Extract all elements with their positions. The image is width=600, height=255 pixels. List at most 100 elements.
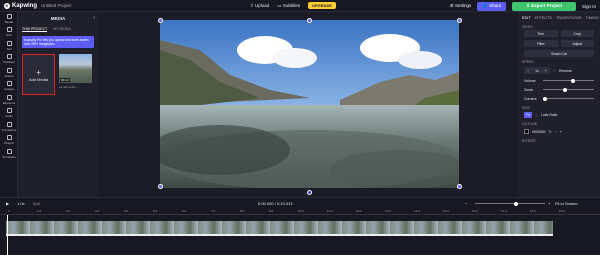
ruler-tick: 1.0 — [37, 209, 42, 213]
logo-icon: K — [4, 2, 10, 9]
zoom-slider[interactable] — [543, 87, 594, 92]
top-bar: K Kapwing Untitled Project ⇪ Upload ▭ Sub… — [0, 0, 600, 12]
slider-knob[interactable] — [563, 87, 568, 92]
settings-button[interactable]: ⚙ Settings — [450, 3, 472, 9]
sidebar-item-label: Templates — [2, 154, 16, 159]
sidebar-item-media[interactable]: Media — [0, 12, 18, 26]
volume-slider[interactable] — [543, 78, 594, 83]
landscape-image — [160, 20, 459, 188]
play-icon[interactable]: ▶ — [6, 201, 9, 206]
media-icon — [6, 13, 12, 19]
sidebar-item-label: Transitions — [1, 127, 17, 132]
thumb-name: pexels-video... — [59, 85, 79, 89]
filter-button[interactable]: Filter — [524, 40, 558, 47]
tab-timing[interactable]: TIMING — [586, 16, 599, 20]
zoom-in-icon[interactable]: + — [548, 201, 550, 206]
corners-slider[interactable] — [543, 96, 594, 101]
sidebar-item-templates[interactable]: Templates — [0, 147, 18, 161]
lock-ratio-checkbox[interactable] — [534, 113, 538, 117]
sidebar-item-subtitles[interactable]: Subtitles — [0, 53, 18, 67]
rotate-handle[interactable] — [307, 190, 312, 195]
sidebar-item-label: Edit — [6, 33, 12, 38]
minus-icon[interactable]: − — [555, 130, 557, 134]
add-media-button[interactable]: + Add Media — [22, 54, 55, 95]
brand-logo[interactable]: K Kapwing — [4, 2, 37, 9]
subtitles-icon — [6, 54, 12, 60]
reverse-checkbox[interactable] — [553, 69, 556, 72]
sidebar-item-label: Elements — [2, 100, 16, 105]
ruler-tick: 19.0 — [559, 209, 565, 213]
plugins-icon — [6, 135, 12, 141]
upload-button[interactable]: ⇪ Upload — [250, 3, 269, 9]
sidebar-item-elements[interactable]: Elements — [0, 93, 18, 107]
smart-cut-button[interactable]: Smart Cut — [524, 50, 594, 57]
tab-edit[interactable]: EDIT — [522, 16, 531, 20]
subtitles-button[interactable]: ▭ Subtitles — [277, 3, 300, 9]
trim-button[interactable]: Trim — [524, 30, 558, 37]
sidebar-item-plugins[interactable]: Plugins — [0, 134, 18, 148]
sidebar-item-edit[interactable]: Edit — [0, 26, 18, 40]
sidebar-item-images[interactable]: Images — [0, 80, 18, 94]
tab-this-project[interactable]: THIS PROJECT — [22, 27, 48, 32]
crop-button[interactable]: Crop — [560, 30, 594, 37]
left-icon-bar: Media Edit Text Subtitles Videos Images Elemen… — [0, 12, 18, 197]
time-ruler[interactable]: 0 1.0 2.0 3.0 4.0 5.0 6.0 7.0 8.0 9.0 10.0 11.0 12.0… — [0, 208, 600, 215]
timeline: ▶ 1.0x Split 0:00.000 / 0:13.413 − + Fit… — [0, 197, 600, 255]
sign-in-link[interactable]: Sign In — [582, 4, 596, 9]
sidebar-item-videos[interactable]: Videos — [0, 66, 18, 80]
split-button[interactable]: Split — [33, 201, 41, 206]
slider-knob[interactable] — [513, 201, 518, 206]
slider-knob[interactable] — [543, 96, 547, 101]
collapse-icon[interactable]: ‹ — [93, 15, 95, 21]
ruler-tick: 2.0 — [66, 209, 71, 213]
resize-handle[interactable] — [158, 184, 163, 189]
audio-icon — [6, 108, 12, 114]
minus-icon[interactable]: − — [527, 69, 529, 73]
sidebar-item-label: Plugins — [4, 141, 14, 146]
color-value[interactable]: #000000 — [532, 130, 546, 134]
export-button[interactable]: ⇩ Export Project — [512, 1, 576, 11]
video-clip[interactable] — [6, 221, 553, 234]
share-button[interactable]: 👤 Share — [477, 1, 507, 11]
sidebar-item-transitions[interactable]: Transitions — [0, 120, 18, 134]
text-icon — [6, 40, 12, 46]
media-thumbnail[interactable]: 00:13 — [59, 54, 92, 83]
upgrade-button[interactable]: UPGRADE — [308, 2, 337, 9]
fit-button[interactable]: Fit — [524, 112, 532, 118]
fit-to-screen-button[interactable]: Fit to Screen — [555, 201, 578, 206]
plus-icon[interactable]: + — [545, 69, 547, 73]
plus-icon: + — [36, 67, 41, 77]
timeline-zoom-slider[interactable] — [475, 201, 545, 206]
tab-my-media[interactable]: MY MEDIA — [53, 27, 70, 32]
slider-knob[interactable] — [571, 78, 576, 83]
plus-icon[interactable]: + — [560, 130, 562, 134]
ruler-tick: 4.0 — [124, 209, 129, 213]
resize-handle[interactable] — [457, 184, 462, 189]
speed-stepper[interactable]: −1x + — [524, 67, 550, 74]
corners-label: Corners — [524, 96, 537, 101]
pro-banner[interactable]: Kapwing Pro lets you upload and store as… — [22, 36, 94, 48]
project-title[interactable]: Untitled Project — [41, 3, 72, 8]
elements-icon — [6, 94, 12, 100]
zoom-out-icon[interactable]: − — [465, 201, 467, 206]
pen-icon[interactable]: ✎ — [549, 130, 552, 134]
sidebar-item-text[interactable]: Text — [0, 39, 18, 53]
ruler-tick: 16.0 — [472, 209, 478, 213]
sidebar-item-label: Videos — [4, 73, 14, 78]
tab-transitions[interactable]: TRANSITIONS — [556, 16, 582, 20]
adjust-button[interactable]: Adjust — [560, 40, 594, 47]
tab-effects[interactable]: EFFECTS — [535, 16, 552, 20]
resize-handle[interactable] — [457, 18, 462, 23]
rotate-label: ROTATE — [522, 139, 536, 143]
sidebar-item-audio[interactable]: Audio — [0, 107, 18, 121]
video-preview[interactable] — [160, 20, 459, 188]
ruler-tick: 12.0 — [356, 209, 362, 213]
color-swatch[interactable] — [524, 129, 529, 134]
resize-handle[interactable] — [307, 18, 312, 23]
sidebar-item-label: Subtitles — [3, 60, 15, 65]
audio-track[interactable] — [6, 234, 553, 236]
resize-handle[interactable] — [158, 18, 163, 23]
speed-select[interactable]: 1.0x — [17, 201, 25, 206]
playhead[interactable] — [7, 215, 8, 255]
ruler-tick: 13.0 — [385, 209, 391, 213]
